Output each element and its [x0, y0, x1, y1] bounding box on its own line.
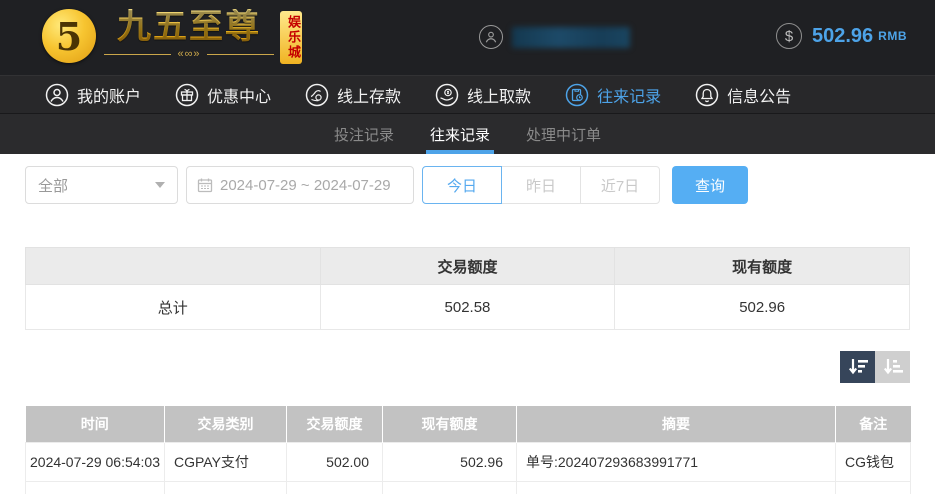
- balance-amount: 502.96: [812, 25, 873, 48]
- table-row: 2024-07-29 06:54:03 CGPAY支付 502.00 502.9…: [26, 442, 911, 481]
- main-nav: 我的账户 优惠中心 线上存款 线上取款: [0, 75, 935, 113]
- tab-label: 投注记录: [334, 124, 394, 145]
- cell-summary: 单号:202407293683991771: [517, 442, 836, 481]
- dollar-icon: $: [776, 23, 802, 49]
- records-table: 时间 交易类别 交易额度 现有额度 摘要 备注 2024-07-29 06:54…: [25, 406, 911, 494]
- site-logo[interactable]: 5 九五至尊 «∞» 娱乐城: [42, 9, 302, 64]
- nav-label: 线上存款: [337, 83, 401, 107]
- summary-total-row: 总计 502.58 502.96: [26, 285, 910, 330]
- tab-label: 处理中订单: [526, 124, 601, 145]
- gift-icon: [175, 83, 199, 107]
- bell-icon: [695, 83, 719, 107]
- nav-item-my-account[interactable]: 我的账户: [45, 83, 141, 107]
- chevron-down-icon: [155, 182, 165, 188]
- balance-currency: RMB: [878, 29, 907, 43]
- header-note: 备注: [836, 406, 911, 442]
- cell-balance: 502.96: [383, 442, 517, 481]
- cell-type: CGPAY支付: [165, 442, 287, 481]
- category-select-value: 全部: [38, 175, 68, 196]
- quick-btn-yesterday[interactable]: 昨日: [501, 166, 581, 204]
- summary-header-balance: 现有额度: [615, 248, 910, 285]
- sort-ascending-icon: [882, 357, 904, 377]
- sort-buttons: [840, 351, 910, 383]
- calendar-icon: [197, 177, 213, 193]
- withdraw-icon: [435, 83, 459, 107]
- tab-bet-records[interactable]: 投注记录: [334, 114, 394, 154]
- balance-display[interactable]: $ 502.96 RMB: [776, 23, 907, 49]
- table-row-partial: [26, 481, 911, 494]
- nav-label: 优惠中心: [207, 83, 271, 107]
- search-button[interactable]: 查询: [672, 166, 748, 204]
- summary-header-transaction: 交易额度: [320, 248, 615, 285]
- deposit-icon: [305, 83, 329, 107]
- logo-title: 九五至尊: [117, 9, 261, 46]
- cell-amount: 502.00: [287, 442, 383, 481]
- sub-tabs: 投注记录 往来记录 处理中订单: [0, 113, 935, 154]
- cell-time: 2024-07-29 06:54:03: [26, 442, 165, 481]
- filter-row: 全部 2024-07-29 ~ 2024-07-29 今日 昨日 近7日 查询: [25, 166, 748, 204]
- date-range-input[interactable]: 2024-07-29 ~ 2024-07-29: [186, 166, 414, 204]
- quick-btn-last7days[interactable]: 近7日: [580, 166, 660, 204]
- summary-balance-value: 502.96: [615, 285, 910, 330]
- records-icon: [565, 83, 589, 107]
- tab-pending-orders[interactable]: 处理中订单: [526, 114, 601, 154]
- user-icon: [45, 83, 69, 107]
- nav-item-announcements[interactable]: 信息公告: [695, 83, 791, 107]
- cell-note: CG钱包: [836, 442, 911, 481]
- tab-transaction-records[interactable]: 往来记录: [430, 114, 490, 154]
- top-header: 5 九五至尊 «∞» 娱乐城 $ 502.96 RMB: [0, 0, 935, 75]
- nav-item-deposit[interactable]: 线上存款: [305, 83, 401, 107]
- nav-item-promotions[interactable]: 优惠中心: [175, 83, 271, 107]
- nav-label: 往来记录: [597, 83, 661, 107]
- header-summary: 摘要: [517, 406, 836, 442]
- quick-btn-today[interactable]: 今日: [422, 166, 502, 204]
- nav-item-transaction-records[interactable]: 往来记录: [565, 83, 661, 107]
- summary-total-label: 总计: [26, 285, 321, 330]
- nav-label: 我的账户: [77, 83, 141, 107]
- logo-badge: 娱乐城: [280, 11, 302, 64]
- category-select[interactable]: 全部: [25, 166, 178, 204]
- user-avatar-icon: [479, 25, 503, 49]
- records-header-row: 时间 交易类别 交易额度 现有额度 摘要 备注: [26, 406, 911, 442]
- sort-descending-icon: [847, 357, 869, 377]
- user-account-area[interactable]: [479, 25, 630, 49]
- date-range-value: 2024-07-29 ~ 2024-07-29: [220, 177, 391, 194]
- tab-label: 往来记录: [430, 124, 490, 145]
- logo-mark-icon: 5: [42, 9, 96, 63]
- sort-ascending-button[interactable]: [875, 351, 910, 383]
- summary-header-empty: [26, 248, 321, 285]
- summary-table: 交易额度 现有额度 总计 502.58 502.96: [25, 247, 910, 330]
- header-amount: 交易额度: [287, 406, 383, 442]
- logo-flourish-ornament: «∞»: [104, 48, 274, 60]
- content-area: 全部 2024-07-29 ~ 2024-07-29 今日 昨日 近7日 查询 …: [0, 154, 935, 493]
- nav-label: 线上取款: [467, 83, 531, 107]
- username-redacted: [512, 27, 630, 48]
- sort-descending-button[interactable]: [840, 351, 875, 383]
- summary-transaction-value: 502.58: [320, 285, 615, 330]
- header-type: 交易类别: [165, 406, 287, 442]
- summary-header-row: 交易额度 现有额度: [26, 248, 910, 285]
- nav-item-withdraw[interactable]: 线上取款: [435, 83, 531, 107]
- quick-date-group: 今日 昨日 近7日: [422, 166, 660, 204]
- header-time: 时间: [26, 406, 165, 442]
- header-balance: 现有额度: [383, 406, 517, 442]
- nav-label: 信息公告: [727, 83, 791, 107]
